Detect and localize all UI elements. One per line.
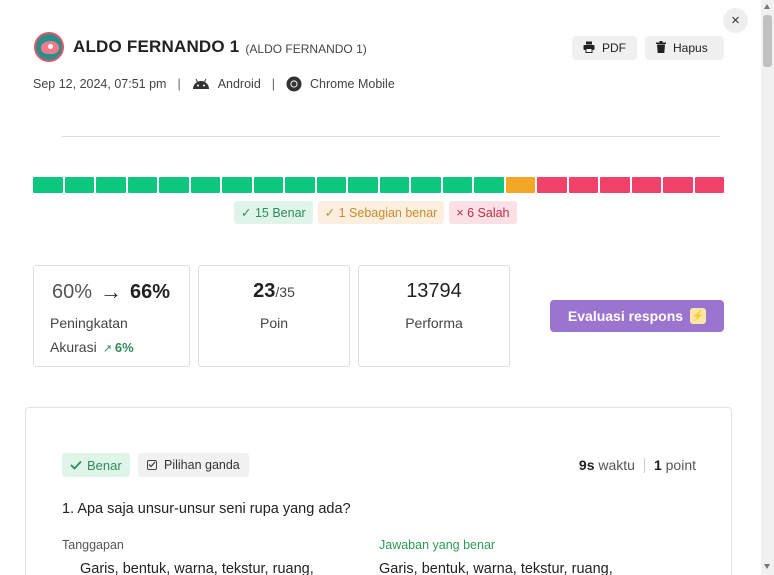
question-points-value: 1 xyxy=(653,457,662,473)
student-subname: (ALDO FERNANDO 1) xyxy=(245,41,367,56)
progress-segment-correct xyxy=(190,177,220,193)
accuracy-label-text: Akurasi xyxy=(50,339,97,355)
progress-segment-correct xyxy=(411,177,441,193)
accuracy-delta-value: 6% xyxy=(114,339,134,355)
pdf-label: PDF xyxy=(602,41,626,55)
accuracy-to: 66% xyxy=(130,280,171,303)
accuracy-from: 60% xyxy=(52,280,93,303)
progress-segment-correct xyxy=(474,177,504,193)
pdf-button[interactable]: PDF xyxy=(572,36,637,60)
correct-answer-value: Garis, bentuk, warna, tekstur, ruang, xyxy=(379,561,613,575)
meta-separator: | xyxy=(271,77,276,91)
question-type-badge: Pilihan ganda xyxy=(138,453,249,477)
points-value: 23 xyxy=(253,280,276,302)
checkbox-icon xyxy=(147,460,157,470)
trash-icon xyxy=(656,40,666,56)
evaluate-label: Evaluasi respons xyxy=(567,308,684,324)
response-label: Tanggapan xyxy=(62,538,124,552)
scroll-thumb[interactable] xyxy=(763,15,772,67)
progress-segment-correct xyxy=(285,177,315,193)
question-progress-bar xyxy=(33,177,724,193)
session-os: Android xyxy=(217,77,261,91)
accuracy-delta: ↗ 6% xyxy=(103,340,134,355)
progress-segment-correct xyxy=(159,177,189,193)
progress-segment-correct xyxy=(442,177,472,193)
android-icon xyxy=(192,78,210,90)
partial-count-badge: ✓ 1 Sebagian benar xyxy=(317,201,445,224)
question-status-label: Benar xyxy=(87,457,122,473)
result-summary: ✓ 15 Benar ✓ 1 Sebagian benar × 6 Salah xyxy=(234,201,522,224)
delete-label: Hapus xyxy=(673,41,708,55)
performance-value: 13794 xyxy=(406,280,462,302)
response-value: Garis, bentuk, warna, tekstur, ruang, xyxy=(80,561,314,575)
progress-segment-correct xyxy=(379,177,409,193)
arrow-right-icon: → xyxy=(100,279,123,304)
vertical-divider xyxy=(643,457,645,473)
progress-segment-wrong xyxy=(537,177,567,193)
student-name: ALDO FERNANDO 1 xyxy=(73,37,240,56)
question-card: Benar Pilihan ganda 9s waktu 1 point 1. … xyxy=(25,407,732,575)
scroll-up-arrow[interactable] xyxy=(764,4,770,9)
progress-segment-correct xyxy=(33,177,63,193)
evaluate-response-button[interactable]: Evaluasi respons ⚡ xyxy=(550,300,724,332)
performance-card: 13794 Performa xyxy=(358,265,510,367)
question-points-unit: point xyxy=(665,457,696,473)
progress-segment-wrong xyxy=(600,177,630,193)
progress-segment-correct xyxy=(96,177,126,193)
delete-button[interactable]: Hapus xyxy=(645,36,724,60)
session-meta: Sep 12, 2024, 07:51 pm | Android | Chrom… xyxy=(33,76,395,92)
close-icon: × xyxy=(731,12,740,29)
session-browser: Chrome Mobile xyxy=(310,77,395,91)
progress-segment-correct xyxy=(348,177,378,193)
divider xyxy=(62,136,720,137)
progress-segment-wrong xyxy=(631,177,661,193)
wrong-count-badge: × 6 Salah xyxy=(449,201,517,224)
progress-segment-correct xyxy=(253,177,283,193)
avatar xyxy=(34,32,64,62)
progress-segment-wrong xyxy=(663,177,693,193)
meta-separator: | xyxy=(177,77,181,91)
chrome-icon xyxy=(286,76,302,92)
printer-icon xyxy=(583,41,595,56)
question-time-unit: waktu xyxy=(598,457,635,473)
points-card: 23/35 Poin xyxy=(198,265,350,367)
progress-segment-wrong xyxy=(694,177,724,193)
correct-answer-label: Jawaban yang benar xyxy=(379,538,496,552)
points-total: /35 xyxy=(275,284,295,300)
report-header: ALDO FERNANDO 1 (ALDO FERNANDO 1) xyxy=(34,32,367,62)
progress-segment-correct xyxy=(316,177,346,193)
progress-segment-partial xyxy=(505,177,535,193)
lightning-icon: ⚡ xyxy=(690,308,707,324)
question-status-badge: Benar xyxy=(62,453,130,477)
accuracy-label-2: Akurasi ↗ 6% xyxy=(50,339,134,355)
question-time-value: 9s xyxy=(578,457,595,473)
scrollbar[interactable] xyxy=(761,0,774,575)
correct-count-badge: ✓ 15 Benar xyxy=(234,201,313,224)
progress-segment-correct xyxy=(127,177,157,193)
trend-up-icon: ↗ xyxy=(102,342,112,355)
points-label: Poin xyxy=(259,315,289,331)
session-datetime: Sep 12, 2024, 07:51 pm xyxy=(33,77,167,91)
accuracy-label: Peningkatan xyxy=(50,315,128,331)
progress-segment-correct xyxy=(222,177,252,193)
accuracy-card: 60% → 66% Peningkatan Akurasi ↗ 6% xyxy=(33,265,190,367)
question-time-points: 9s waktu 1 point xyxy=(579,457,696,473)
check-icon xyxy=(70,458,82,473)
progress-segment-wrong xyxy=(568,177,598,193)
close-button[interactable]: × xyxy=(723,8,748,33)
scroll-down-arrow[interactable] xyxy=(764,564,770,569)
question-text: 1. Apa saja unsur-unsur seni rupa yang a… xyxy=(62,501,351,517)
question-type-label: Pilihan ganda xyxy=(164,458,240,472)
performance-label: Performa xyxy=(405,315,463,331)
progress-segment-correct xyxy=(64,177,94,193)
